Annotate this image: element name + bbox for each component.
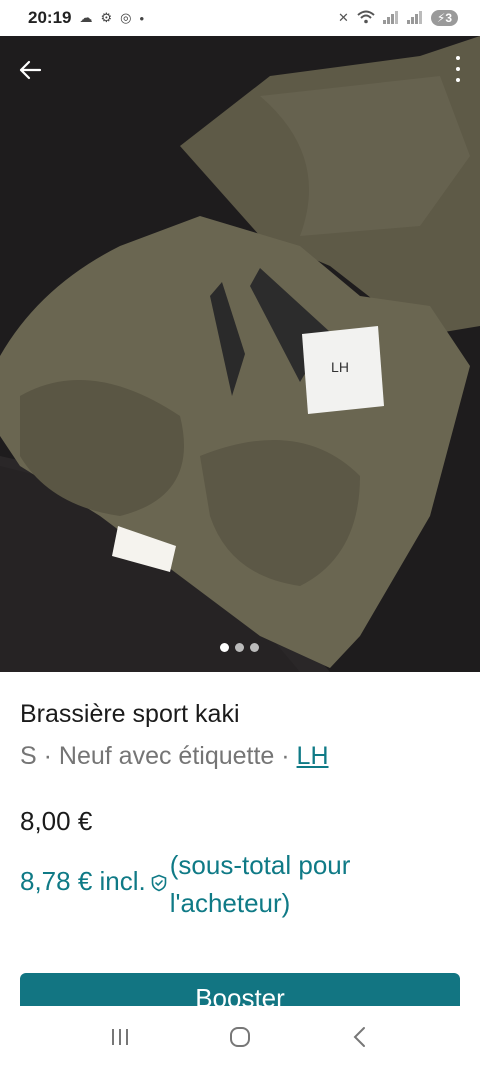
home-button[interactable] — [220, 1017, 260, 1057]
gallery-dot[interactable] — [220, 643, 229, 652]
product-size: S — [20, 742, 37, 770]
gallery-dot[interactable] — [235, 643, 244, 652]
chevron-left-icon — [353, 1026, 365, 1047]
gallery-dot[interactable] — [250, 643, 259, 652]
product-meta: S · Neuf avec étiquette · LH — [20, 742, 329, 770]
arrow-left-icon — [19, 60, 42, 80]
product-price: 8,00 € — [20, 806, 93, 836]
product-image: LH — [0, 36, 480, 672]
mute-icon: ✕ — [337, 10, 349, 25]
status-time: 20:19 — [28, 8, 72, 27]
back-button[interactable] — [14, 54, 46, 86]
buyer-price-note: (sous-total pour l'acheteur) — [169, 850, 351, 918]
shield-check-icon — [151, 874, 167, 892]
settings-icon: ⚙ — [100, 10, 113, 25]
home-icon — [230, 1026, 250, 1047]
product-photo[interactable]: LH — [0, 36, 480, 672]
signal-icon — [382, 10, 399, 27]
recent-apps-button[interactable] — [100, 1017, 140, 1057]
more-dot-icon — [456, 56, 460, 60]
product-title: Brassière sport kaki — [20, 700, 240, 728]
more-options-button[interactable] — [452, 52, 464, 86]
system-nav-bar — [0, 1006, 480, 1067]
instagram-icon: ◎ — [120, 10, 132, 25]
notification-dot-icon: • — [139, 10, 145, 26]
buyer-price-row[interactable]: 8,78 € incl. (sous-total pour l'acheteur… — [20, 846, 460, 922]
battery-indicator: ⚡3 — [430, 10, 458, 26]
buyer-price: 8,78 € incl. — [20, 866, 146, 896]
product-condition: Neuf avec étiquette — [58, 742, 275, 770]
svg-text:LH: LH — [331, 359, 349, 375]
brand-tag: LH — [302, 326, 384, 414]
wifi-icon — [357, 10, 375, 27]
recent-apps-icon — [112, 1028, 128, 1045]
back-nav-button[interactable] — [340, 1017, 380, 1057]
signal-icon-2 — [406, 10, 423, 27]
weather-icon: ☁ — [79, 10, 93, 25]
brand-link[interactable]: LH — [297, 742, 329, 770]
gallery-indicator — [220, 643, 259, 652]
status-bar: 20:19 ☁ ⚙ ◎ • ✕ ⚡3 — [0, 0, 480, 36]
